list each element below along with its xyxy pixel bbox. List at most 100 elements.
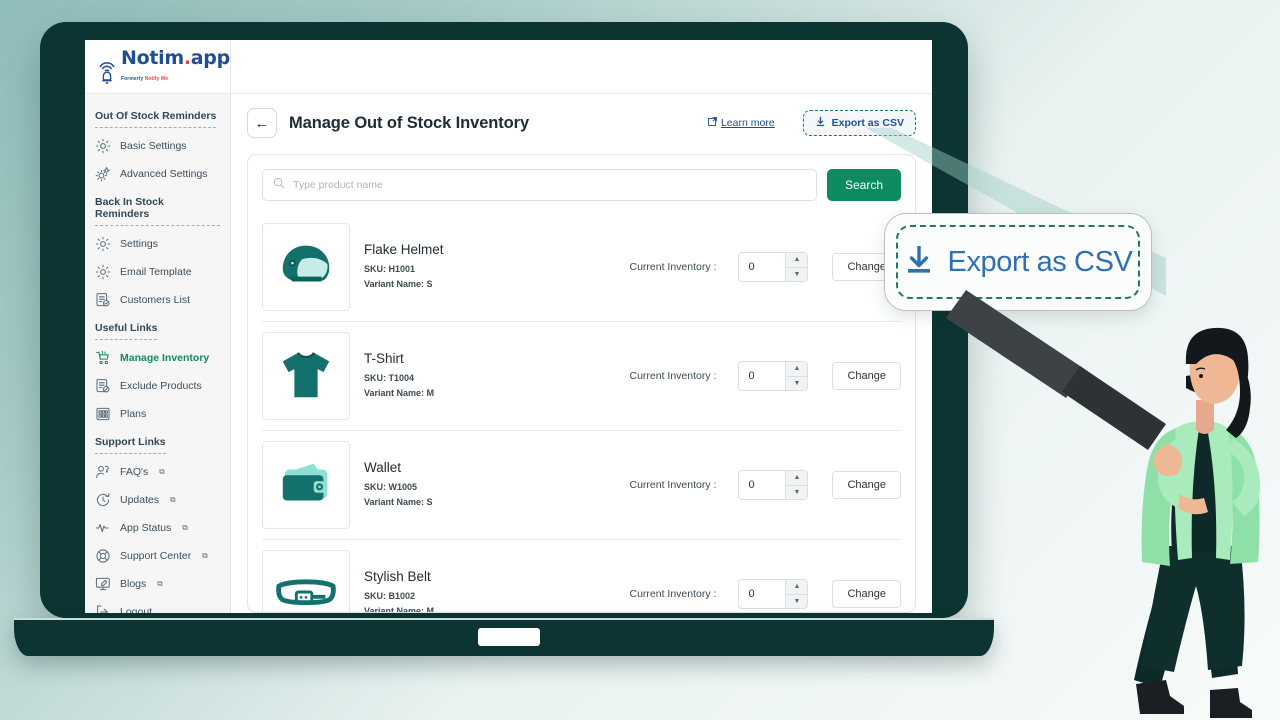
page-title: Manage Out of Stock Inventory bbox=[289, 113, 530, 132]
sku-prefix: SKU: bbox=[364, 372, 389, 383]
product-row: Wallet SKU: W1005 Variant Name: S Curren… bbox=[262, 430, 901, 539]
sidebar-item-settings[interactable]: Settings bbox=[85, 230, 230, 258]
belt-icon bbox=[275, 561, 337, 613]
back-button[interactable]: ← bbox=[247, 108, 277, 138]
monitor-pen-icon bbox=[95, 576, 111, 592]
laptop-screen: Notim.app Formerly Notify Me Out Of Stoc… bbox=[85, 40, 932, 613]
brand-dot: . bbox=[183, 47, 191, 69]
sidebar-item-plans[interactable]: Plans bbox=[85, 400, 230, 428]
product-name: T-Shirt bbox=[364, 350, 404, 366]
sidebar-item-app-status[interactable]: App Status ⧉ bbox=[85, 514, 230, 542]
sku-prefix: SKU: bbox=[364, 481, 389, 492]
quantity-stepper[interactable]: 0 ▲ ▼ bbox=[738, 252, 809, 282]
stepper-up-icon[interactable]: ▲ bbox=[786, 471, 808, 486]
current-inventory-label: Current Inventory : bbox=[629, 261, 717, 273]
quantity-stepper[interactable]: 0 ▲ ▼ bbox=[738, 579, 809, 609]
sidebar-item-advanced-settings[interactable]: Advanced Settings bbox=[85, 160, 230, 188]
brand-tld: app bbox=[190, 47, 230, 69]
sku-value: W1005 bbox=[388, 481, 418, 492]
stepper-down-icon[interactable]: ▼ bbox=[786, 486, 807, 500]
callout-dashed-border: Export as CSV bbox=[896, 225, 1140, 299]
sidebar-item-label: Manage Inventory bbox=[120, 352, 210, 364]
gear-icon bbox=[95, 138, 111, 154]
stepper-down-icon[interactable]: ▼ bbox=[786, 595, 807, 609]
sidebar-item-exclude-products[interactable]: Exclude Products bbox=[85, 372, 230, 400]
stepper-down-icon[interactable]: ▼ bbox=[786, 268, 807, 282]
search-button[interactable]: Search bbox=[826, 169, 901, 201]
stepper-up-icon[interactable]: ▲ bbox=[786, 253, 808, 268]
quantity-stepper[interactable]: 0 ▲ ▼ bbox=[738, 361, 809, 391]
change-button[interactable]: Change bbox=[832, 362, 901, 390]
quantity-value[interactable]: 0 bbox=[739, 362, 785, 390]
quantity-value[interactable]: 0 bbox=[739, 580, 785, 608]
stepper-up-icon[interactable]: ▲ bbox=[786, 580, 808, 595]
sidebar-group-title: Out Of Stock Reminders bbox=[95, 110, 217, 128]
quantity-stepper[interactable]: 0 ▲ ▼ bbox=[738, 470, 809, 500]
brand-logo[interactable]: Notim.app Formerly Notify Me bbox=[85, 40, 231, 93]
brand-name: Notim bbox=[121, 47, 184, 69]
learn-more-link[interactable]: Learn more bbox=[708, 117, 775, 129]
sidebar-item-label: Support Center bbox=[120, 550, 192, 562]
sidebar-item-label: Logout bbox=[120, 606, 153, 613]
wallet-icon bbox=[275, 452, 337, 519]
main-content: ← Manage Out of Stock Inventory Learn mo… bbox=[231, 94, 932, 613]
brand-tagline-accent: Notify Me bbox=[144, 76, 169, 82]
external-link-icon: ⧉ bbox=[182, 523, 188, 532]
product-thumbnail bbox=[262, 332, 350, 420]
sidebar-group-title: Back In Stock Reminders bbox=[95, 196, 220, 226]
app-window: Notim.app Formerly Notify Me Out Of Stoc… bbox=[85, 40, 932, 613]
change-button[interactable]: Change bbox=[832, 471, 901, 499]
download-icon bbox=[904, 244, 934, 281]
product-info: Stylish Belt SKU: B1002 Variant Name: M bbox=[364, 569, 434, 612]
sidebar-item-support-center[interactable]: Support Center ⧉ bbox=[85, 542, 230, 570]
product-list: Flake Helmet SKU: H1001 Variant Name: S … bbox=[248, 213, 915, 612]
variant-prefix: Variant Name: bbox=[364, 606, 427, 612]
variant-prefix: Variant Name: bbox=[364, 279, 427, 289]
product-variant: Variant Name: M bbox=[364, 386, 434, 401]
product-name: Wallet bbox=[364, 459, 402, 475]
helmet-icon bbox=[275, 234, 337, 301]
sidebar-item-label: FAQ's bbox=[120, 466, 149, 478]
sidebar-item-logout[interactable]: Logout bbox=[85, 598, 230, 613]
sidebar-item-label: Settings bbox=[120, 238, 158, 250]
brand-tagline-prefix: Formerly bbox=[121, 76, 145, 82]
change-button[interactable]: Change bbox=[832, 580, 901, 608]
sidebar-item-email-template[interactable]: Email Template bbox=[85, 258, 230, 286]
refresh-clock-icon bbox=[95, 492, 111, 508]
variant-prefix: Variant Name: bbox=[364, 388, 427, 398]
stepper-arrows: ▲ ▼ bbox=[785, 471, 808, 500]
quantity-value[interactable]: 0 bbox=[739, 471, 785, 499]
person-illustration bbox=[1134, 327, 1261, 718]
sidebar-item-customers-list[interactable]: Customers List bbox=[85, 286, 230, 314]
pointer-stick-icon bbox=[946, 290, 1166, 450]
search-field[interactable] bbox=[262, 169, 817, 201]
export-csv-button[interactable]: Export as CSV bbox=[802, 110, 916, 136]
search-icon bbox=[273, 176, 285, 194]
sidebar-item-label: Plans bbox=[120, 408, 147, 420]
sidebar-item-updates[interactable]: Updates ⧉ bbox=[85, 486, 230, 514]
sidebar-item-basic-settings[interactable]: Basic Settings bbox=[85, 132, 230, 160]
plans-grid-icon bbox=[95, 406, 111, 422]
gears-icon bbox=[95, 166, 111, 182]
external-link-icon: ⧉ bbox=[202, 551, 208, 560]
sidebar-item-manage-inventory[interactable]: Manage Inventory bbox=[85, 344, 230, 372]
callout-bubble: Export as CSV bbox=[884, 213, 1152, 311]
search-row: Search bbox=[248, 155, 915, 213]
variant-value: M bbox=[426, 606, 435, 612]
stepper-up-icon[interactable]: ▲ bbox=[786, 362, 808, 377]
variant-value: M bbox=[426, 388, 435, 398]
stepper-down-icon[interactable]: ▼ bbox=[786, 377, 807, 391]
product-info: Wallet SKU: W1005 Variant Name: S bbox=[364, 460, 433, 511]
sidebar: Out Of Stock Reminders Basic Settings Adva… bbox=[85, 94, 231, 613]
search-input[interactable] bbox=[293, 179, 806, 191]
export-csv-label: Export as CSV bbox=[831, 117, 904, 129]
sidebar-item-label: Email Template bbox=[120, 266, 192, 278]
product-variant: Variant Name: M bbox=[364, 604, 434, 612]
sidebar-item-faq-s[interactable]: FAQ's ⧉ bbox=[85, 458, 230, 486]
tshirt-icon bbox=[275, 343, 337, 410]
bell-wifi-icon bbox=[97, 58, 117, 85]
quantity-value[interactable]: 0 bbox=[739, 253, 785, 281]
laptop-trackpad-notch bbox=[478, 628, 540, 646]
callout-label: Export as CSV bbox=[947, 245, 1133, 278]
sidebar-item-blogs[interactable]: Blogs ⧉ bbox=[85, 570, 230, 598]
